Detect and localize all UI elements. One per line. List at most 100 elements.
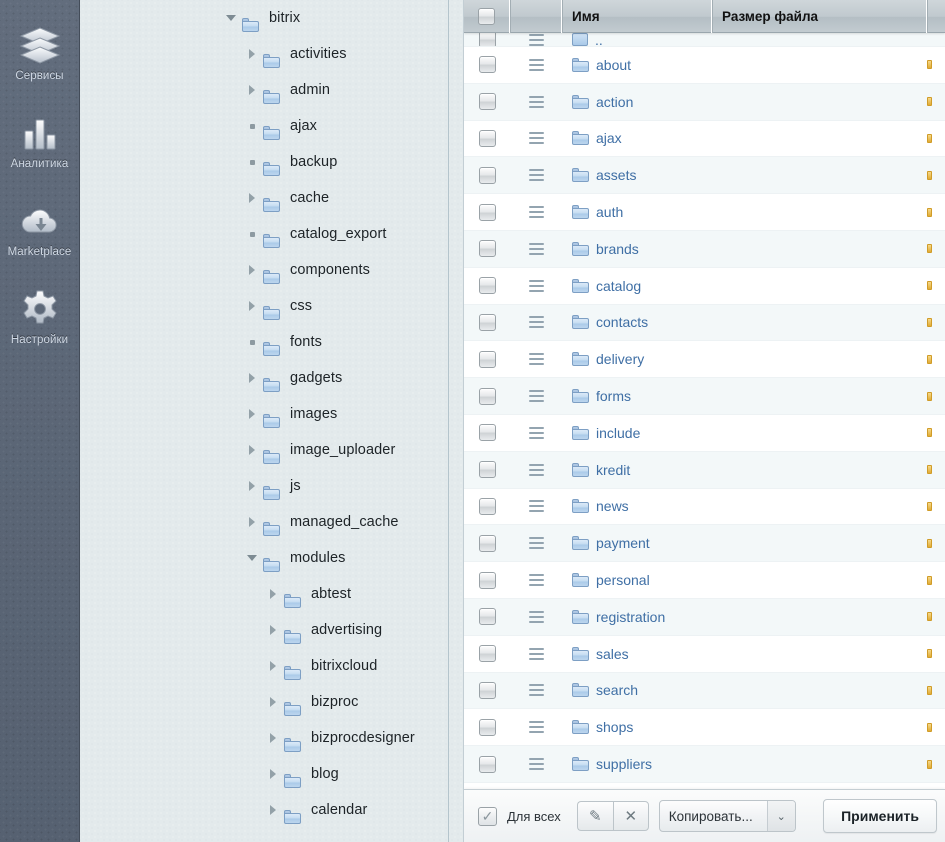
row-menu-cell[interactable] bbox=[510, 525, 562, 561]
row-select-cell[interactable] bbox=[464, 378, 510, 414]
row-menu-cell[interactable] bbox=[510, 231, 562, 267]
tree-expand-icon[interactable] bbox=[241, 193, 263, 203]
tree-node[interactable]: bizproc bbox=[80, 684, 463, 720]
tree-node[interactable]: activities bbox=[80, 36, 463, 72]
tree-node[interactable]: blog bbox=[80, 756, 463, 792]
file-name-link[interactable]: contacts bbox=[596, 314, 648, 330]
select-all-checkbox[interactable] bbox=[478, 8, 495, 25]
row-menu-icon[interactable] bbox=[528, 169, 544, 182]
row-checkbox[interactable] bbox=[478, 497, 496, 515]
row-checkbox[interactable] bbox=[478, 608, 496, 626]
tree-expand-icon[interactable] bbox=[241, 481, 263, 491]
file-name-link[interactable]: catalog bbox=[596, 278, 641, 294]
row-checkbox[interactable] bbox=[478, 129, 496, 147]
delete-button[interactable]: ✕ bbox=[612, 801, 649, 831]
tree-node[interactable]: backup bbox=[80, 144, 463, 180]
row-menu-icon[interactable] bbox=[528, 537, 544, 550]
row-checkbox[interactable] bbox=[478, 571, 496, 589]
tree-expand-icon[interactable] bbox=[241, 373, 263, 383]
row-menu-icon[interactable] bbox=[528, 353, 544, 366]
file-name-link[interactable]: action bbox=[596, 94, 633, 110]
row-menu-cell[interactable] bbox=[510, 121, 562, 157]
row-checkbox[interactable] bbox=[478, 534, 496, 552]
tree-node[interactable]: fonts bbox=[80, 324, 463, 360]
rail-item-settings[interactable]: Настройки bbox=[0, 278, 80, 366]
table-row[interactable]: ajax bbox=[464, 120, 945, 158]
file-name-link[interactable]: forms bbox=[596, 388, 631, 404]
row-menu-icon[interactable] bbox=[528, 206, 544, 219]
file-name-link[interactable]: search bbox=[596, 682, 638, 698]
row-select-cell[interactable] bbox=[464, 194, 510, 230]
row-select-cell[interactable] bbox=[464, 709, 510, 745]
row-menu-cell[interactable] bbox=[510, 157, 562, 193]
row-select-cell[interactable] bbox=[464, 84, 510, 120]
file-name-link[interactable]: personal bbox=[596, 572, 650, 588]
file-name-link[interactable]: suppliers bbox=[596, 756, 652, 772]
table-row[interactable]: news bbox=[464, 488, 945, 526]
tree-expand-icon[interactable] bbox=[262, 589, 284, 599]
row-select-cell[interactable] bbox=[464, 341, 510, 377]
row-select-cell[interactable] bbox=[464, 47, 510, 83]
header-name[interactable]: Имя bbox=[562, 0, 712, 33]
rail-item-services[interactable]: Сервисы bbox=[0, 14, 80, 102]
header-size[interactable]: Размер файла bbox=[712, 0, 927, 33]
table-row[interactable]: search bbox=[464, 672, 945, 710]
file-name-link[interactable]: shops bbox=[596, 719, 633, 735]
file-name-link[interactable]: about bbox=[596, 57, 631, 73]
tree-expand-icon[interactable] bbox=[241, 301, 263, 311]
select-all-rows-checkbox[interactable]: ✓ bbox=[478, 806, 497, 826]
tree-expand-icon[interactable] bbox=[262, 661, 284, 671]
table-row[interactable]: brands bbox=[464, 230, 945, 268]
file-name-link[interactable]: kredit bbox=[596, 462, 630, 478]
row-menu-icon[interactable] bbox=[528, 58, 544, 71]
tree-expand-icon[interactable] bbox=[262, 769, 284, 779]
file-name-link[interactable]: assets bbox=[596, 167, 636, 183]
table-row[interactable]: assets bbox=[464, 157, 945, 195]
row-menu-cell[interactable] bbox=[510, 673, 562, 709]
row-menu-icon[interactable] bbox=[528, 574, 544, 587]
row-menu-cell[interactable] bbox=[510, 47, 562, 83]
table-row[interactable]: sales bbox=[464, 635, 945, 673]
table-row[interactable]: action bbox=[464, 83, 945, 121]
tree-node[interactable]: bitrix bbox=[80, 0, 463, 36]
row-select-cell[interactable] bbox=[464, 157, 510, 193]
row-menu-icon[interactable] bbox=[528, 647, 544, 660]
row-select-cell[interactable] bbox=[464, 231, 510, 267]
row-menu-cell[interactable] bbox=[510, 709, 562, 745]
row-select-cell[interactable] bbox=[464, 636, 510, 672]
tree-node[interactable]: calendar bbox=[80, 792, 463, 828]
row-menu-icon[interactable] bbox=[528, 390, 544, 403]
tree-node[interactable]: components bbox=[80, 252, 463, 288]
row-checkbox[interactable] bbox=[478, 350, 496, 368]
row-select-cell[interactable] bbox=[464, 415, 510, 451]
row-menu-cell[interactable] bbox=[510, 452, 562, 488]
tree-expand-icon[interactable] bbox=[262, 805, 284, 815]
file-name-link[interactable]: brands bbox=[596, 241, 639, 257]
row-checkbox[interactable] bbox=[478, 240, 496, 258]
rail-item-analytics[interactable]: Аналитика bbox=[0, 102, 80, 190]
file-name-link[interactable]: registration bbox=[596, 609, 665, 625]
tree-collapse-icon[interactable] bbox=[241, 555, 263, 561]
row-checkbox[interactable] bbox=[478, 755, 496, 773]
row-checkbox[interactable] bbox=[478, 93, 496, 111]
row-menu-cell[interactable] bbox=[510, 378, 562, 414]
table-row[interactable]: registration bbox=[464, 598, 945, 636]
file-name-link[interactable]: ajax bbox=[596, 130, 622, 146]
edit-button[interactable]: ✎ bbox=[576, 801, 613, 831]
row-select-cell[interactable] bbox=[464, 525, 510, 561]
tree-node[interactable]: admin bbox=[80, 72, 463, 108]
file-name-link[interactable]: .. bbox=[595, 33, 603, 46]
table-row[interactable]: forms bbox=[464, 378, 945, 415]
tree-node[interactable]: image_uploader bbox=[80, 432, 463, 468]
table-row[interactable]: kredit bbox=[464, 451, 945, 489]
header-extra[interactable] bbox=[927, 0, 945, 33]
table-row[interactable]: suppliers bbox=[464, 746, 945, 783]
row-checkbox[interactable] bbox=[478, 313, 496, 331]
row-select-cell[interactable] bbox=[464, 489, 510, 525]
row-menu-icon[interactable] bbox=[528, 316, 544, 329]
row-menu-icon[interactable] bbox=[528, 279, 544, 292]
tree-node[interactable]: bizprocdesigner bbox=[80, 720, 463, 756]
table-row[interactable]: shops bbox=[464, 709, 945, 747]
tree-node[interactable]: gadgets bbox=[80, 360, 463, 396]
row-select-cell[interactable] bbox=[464, 268, 510, 304]
